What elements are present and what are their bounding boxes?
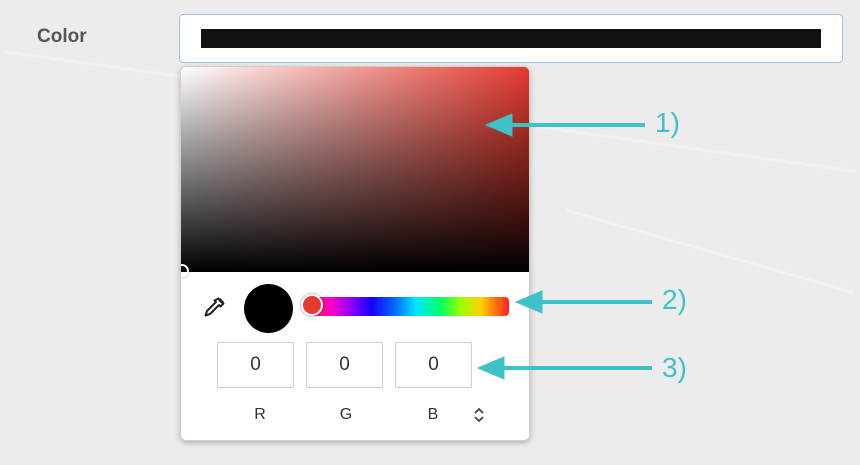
- annotation-label-3: 3): [662, 352, 687, 383]
- annotation-arrow-2: [514, 290, 652, 314]
- annotation-label-1: 1): [655, 107, 680, 138]
- annotation-label-2: 2): [662, 284, 687, 315]
- annotation-arrow-3: [476, 356, 652, 380]
- annotation-arrow-1: [484, 113, 645, 137]
- annotation-arrows: [476, 113, 652, 380]
